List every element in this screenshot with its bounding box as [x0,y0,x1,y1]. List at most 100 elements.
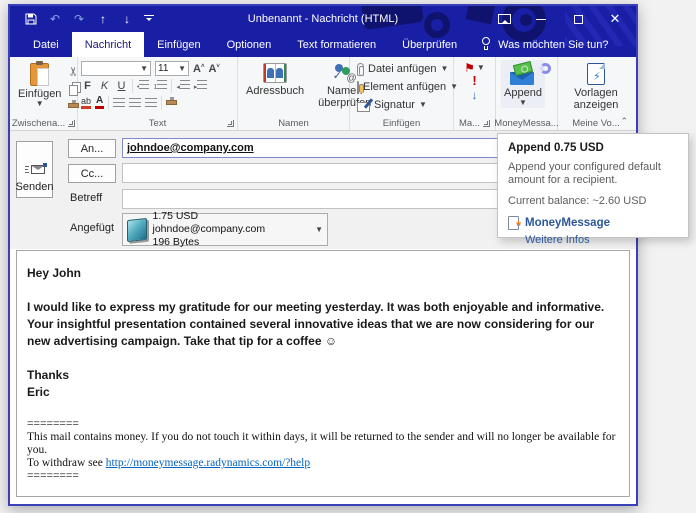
tab-text-formatieren[interactable]: Text formatieren [284,32,389,57]
align-left-icon[interactable] [113,98,126,107]
more-info-link[interactable]: Weitere Infos [525,234,678,246]
attach-item-button[interactable]: Element anfügen ▼ [357,78,458,96]
ribbon-display-options-icon[interactable] [497,12,511,26]
send-button[interactable]: Senden [16,141,53,198]
append-money-icon [510,60,536,85]
lightbulb-icon [480,36,492,53]
tab-nachricht[interactable]: Nachricht [71,32,145,57]
withdraw-help-link[interactable]: http://moneymessage.radynamics.com/?help [106,457,310,469]
close-icon[interactable]: ✕ [608,11,622,26]
align-right-icon[interactable] [145,98,158,107]
redo-icon[interactable]: ↷ [72,12,86,26]
shrink-font-icon[interactable]: A˅ [208,63,219,75]
attached-label: Angefügt [70,222,115,234]
text-group-label: Text [148,118,167,129]
group-text: ▼ 11 ▼ A˄ A˅ F K U • 1 ◂ ▸ ab A Text [78,57,238,130]
include-group-label: Einfügen [382,118,421,129]
subject-label: Betreff [70,192,103,204]
attachment-chip[interactable]: 1.75 USD johndoe@company.com 196 Bytes ▼ [122,210,328,248]
align-center-icon[interactable] [129,98,142,107]
paste-button[interactable]: Einfügen ▼ [13,60,66,112]
tab-ueberpruefen[interactable]: Überprüfen [389,32,470,57]
popup-brand-link[interactable]: MoneyMessage [525,217,610,229]
bold-button[interactable]: F [81,80,94,92]
show-templates-button[interactable]: ⚡ Vorlagen anzeigen [561,60,631,114]
moneymessage-group-label: MoneyMessa... [494,118,559,129]
cc-button[interactable]: Cc... [68,164,116,183]
attach-file-button[interactable]: Datei anfügen ▼ [357,60,450,78]
outlook-message-window: ↶ ↷ ↑ ↓ Unbenannt - Nachricht (HTML) ✕ D… [8,4,638,506]
chevron-down-icon: ▼ [519,98,527,107]
templates-doc-icon: ⚡ [587,63,605,85]
increase-indent-icon[interactable]: ▸ [194,80,208,91]
to-button[interactable]: An... [68,139,116,158]
address-book-icon [263,63,288,83]
italic-button[interactable]: K [98,80,111,92]
font-size-dropdown[interactable]: 11 ▼ [155,61,189,76]
signature-divider: ======== [27,470,79,482]
attachment-title: 1.75 USD johndoe@company.com [152,210,266,235]
numbering-icon[interactable]: 1 [153,80,168,91]
tab-datei[interactable]: Datei [20,32,72,57]
send-label: Senden [15,181,54,193]
tab-optionen[interactable]: Optionen [214,32,285,57]
maximize-icon[interactable] [571,12,585,26]
dialog-launcher-icon[interactable] [227,120,234,127]
tell-me-label: Was möchten Sie tun? [498,38,609,51]
move-down-icon[interactable]: ↓ [120,12,134,26]
window-chrome: ↶ ↷ ↑ ↓ Unbenannt - Nachricht (HTML) ✕ D… [10,6,636,57]
tab-einfuegen[interactable]: Einfügen [144,32,213,57]
names-group-label: Namen [278,118,309,129]
templates-group-label: Meine Vo... [572,118,620,129]
attach-item-label: Element anfügen [363,81,447,93]
group-clipboard: Einfügen ▼ ✂ Zwischena... [10,57,81,130]
body-paragraph: I would like to express my gratitude for… [27,300,605,348]
popup-balance: Current balance: ~2.60 USD [508,195,647,207]
append-button[interactable]: Append ▼ [501,60,545,108]
collapse-ribbon-icon[interactable]: ⌃ [620,116,628,127]
tell-me-search[interactable]: Was möchten Sie tun? [470,32,618,57]
footer-disclaimer: This mail contains money. If you do not … [27,431,616,456]
clipboard-group-label: Zwischena... [11,118,66,129]
popup-description: Append your configured default amount fo… [508,161,661,186]
customize-qat-icon[interactable] [144,15,154,23]
undo-icon[interactable]: ↶ [48,12,62,26]
paste-clipboard-icon [30,61,50,86]
popup-title: Append 0.75 USD [508,142,604,154]
low-importance-icon[interactable]: ↓ [472,89,478,101]
font-name-dropdown[interactable]: ▼ [81,61,151,76]
quick-access-toolbar: ↶ ↷ ↑ ↓ [24,12,154,26]
ribbon-tab-row: Datei Nachricht Einfügen Optionen Text f… [10,32,636,57]
footer-withdraw-line: To withdraw see http://moneymessage.rady… [27,457,311,469]
decrease-indent-icon[interactable]: ◂ [176,80,190,91]
signature-button[interactable]: Signatur ▼ [357,96,450,114]
greeting-text: Hey John [27,266,82,280]
moneymessage-logo-icon [508,216,521,233]
chevron-down-icon[interactable]: ▼ [315,225,323,234]
grow-font-icon[interactable]: A˄ [193,63,204,75]
address-book-label: Adressbuch [246,85,305,97]
minimize-icon[interactable] [534,12,548,26]
chevron-down-icon: ▼ [35,99,44,108]
signature-divider: ======== [27,418,79,430]
tags-group-label: Ma... [458,118,481,129]
text-highlight-icon[interactable]: ab [81,96,92,109]
append-tooltip-popup: Append 0.75 USD Append your configured d… [497,133,689,246]
send-envelope-icon [24,163,47,176]
signature-label: Signatur [374,99,415,111]
save-icon[interactable] [24,12,38,26]
message-editor[interactable]: Hey John I would like to express my grat… [16,250,630,497]
follow-up-button[interactable]: ⚑ ▼ [464,62,485,74]
spinner-icon [540,63,551,74]
underline-button[interactable]: U [115,80,128,92]
address-book-button[interactable]: Adressbuch [241,60,309,112]
bullets-icon[interactable]: • [137,80,150,91]
font-color-icon[interactable]: A [95,96,105,109]
titlebar: ↶ ↷ ↑ ↓ Unbenannt - Nachricht (HTML) ✕ [10,6,636,32]
high-importance-icon[interactable]: ! [472,74,476,87]
paperclip-icon [357,80,364,94]
move-up-icon[interactable]: ↑ [96,12,110,26]
styles-brush-icon[interactable] [166,97,178,105]
dialog-launcher-icon[interactable] [483,120,491,127]
dialog-launcher-icon[interactable] [68,120,76,127]
